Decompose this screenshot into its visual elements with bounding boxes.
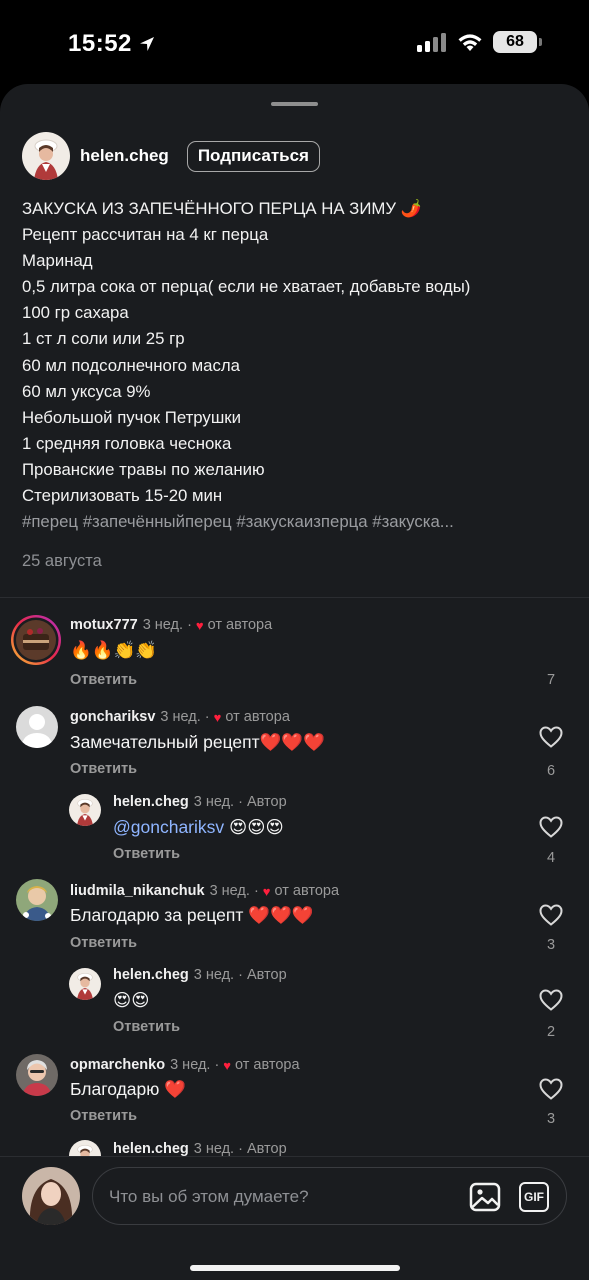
comment-box: GIF (92, 1167, 567, 1225)
post-hashtags[interactable]: #перец #запечённыйперец #закускаизперца … (22, 509, 562, 535)
author-label: Автор (246, 967, 287, 983)
post-caption: ЗАКУСКА ИЗ ЗАПЕЧЁННОГО ПЕРЦА НА ЗИМУ 🌶️ … (22, 196, 562, 535)
status-bar: 15:52 68 (0, 0, 589, 84)
commenter-avatar[interactable] (16, 879, 58, 921)
comment-age: 3 нед. (193, 967, 235, 983)
status-indicators: 68 (417, 31, 542, 53)
caption-line: 0,5 литра сока от перца( если не хватает… (22, 277, 471, 297)
like-count: 3 (546, 937, 556, 953)
like-count: 3 (546, 1111, 556, 1127)
photo-icon[interactable] (469, 1182, 501, 1212)
commenter-username[interactable]: helen.cheg (113, 967, 189, 983)
comment-text: 🔥🔥👏👏 (70, 640, 158, 660)
comment-age: 3 нед. (160, 709, 201, 725)
commenter-username[interactable]: gonchariksv (70, 709, 155, 725)
gif-button[interactable]: GIF (519, 1182, 549, 1212)
location-arrow-icon (139, 37, 154, 51)
reply-button[interactable]: Ответить (70, 935, 137, 951)
status-time: 15:52 (68, 30, 156, 58)
current-user-avatar (22, 1167, 80, 1225)
caption-line: Небольшой пучок Петрушки (22, 407, 241, 427)
author-liked-label: от автора (235, 1057, 300, 1073)
comment-age: 3 нед. (209, 883, 250, 899)
like-heart-icon[interactable] (539, 1078, 563, 1100)
reply-button[interactable]: Ответить (70, 761, 137, 777)
battery-indicator: 68 (493, 31, 542, 53)
follow-button[interactable]: Подписаться (186, 140, 320, 172)
author-liked-heart-icon: ♥ (195, 617, 204, 633)
comment-age: 3 нед. (142, 617, 184, 633)
comment-text: Благодарю за рецепт ❤️❤️❤️ (70, 905, 314, 925)
reply-button[interactable]: Ответить (113, 846, 180, 862)
commenter-avatar[interactable] (69, 968, 101, 1000)
commenter-username[interactable]: opmarchenko (70, 1057, 165, 1073)
comments-sheet: helen.cheg Подписаться ЗАКУСКА ИЗ ЗАПЕЧЁ… (0, 84, 589, 1280)
caption-line: ЗАКУСКА ИЗ ЗАПЕЧЁННОГО ПЕРЦА НА ЗИМУ 🌶️ (22, 199, 422, 218)
caption-line: Прованские травы по желанию (22, 459, 265, 479)
comment-age: 3 нед. (170, 1057, 211, 1073)
caption-line: Маринад (22, 251, 93, 271)
comment-text: @gonchariksv 😍😍😍 (113, 817, 284, 838)
commenter-avatar[interactable] (10, 614, 62, 666)
author-liked-heart-icon: ♥ (223, 1057, 232, 1073)
wifi-icon (458, 34, 482, 51)
like-count: 6 (546, 763, 556, 779)
comment-text: Благодарю ❤️ (70, 1079, 187, 1099)
author-liked-label: от автора (207, 617, 273, 633)
comment-age: 3 нед. (193, 1141, 235, 1157)
comment-input[interactable] (109, 1185, 439, 1209)
commenter-username[interactable]: motux777 (70, 617, 138, 633)
commenter-username[interactable]: liudmila_nikanchuk (70, 883, 205, 899)
comment-text-body: 😍😍😍 (224, 817, 284, 837)
user-mention[interactable]: @gonchariksv (113, 817, 224, 837)
divider (0, 597, 589, 598)
comment-age: 3 нед. (193, 794, 235, 810)
like-count: 4 (546, 850, 556, 866)
home-indicator (190, 1265, 400, 1271)
post-date: 25 августа (22, 552, 102, 570)
status-time-text: 15:52 (68, 30, 132, 57)
caption-line: 60 мл уксуса 9% (22, 381, 151, 401)
caption-line: 100 гр сахара (22, 303, 129, 323)
like-heart-icon[interactable] (539, 904, 563, 926)
caption-line: Стерилизовать 15-20 мин (22, 486, 223, 506)
post-author-username[interactable]: helen.cheg (80, 146, 169, 166)
author-label: Автор (246, 794, 287, 810)
reply-button[interactable]: Ответить (70, 1108, 137, 1124)
caption-line: 1 средняя головка чеснока (22, 433, 232, 453)
like-heart-icon[interactable] (539, 816, 563, 838)
post-header: helen.cheg Подписаться (22, 132, 320, 180)
like-heart-icon[interactable] (539, 726, 563, 748)
comment-text: Замечательный рецепт❤️❤️❤️ (70, 732, 326, 752)
commenter-avatar[interactable] (16, 1054, 58, 1096)
author-liked-heart-icon: ♥ (262, 883, 271, 899)
caption-line: 60 мл подсолнечного масла (22, 355, 241, 375)
cellular-signal-icon (417, 33, 446, 52)
author-liked-label: от автора (274, 883, 340, 899)
commenter-avatar[interactable] (16, 706, 58, 748)
commenter-username[interactable]: helen.cheg (113, 1141, 189, 1157)
comment-text: 😍😍 (113, 990, 150, 1010)
author-label: Автор (246, 1141, 287, 1157)
like-count: 2 (546, 1024, 556, 1040)
post-author-avatar[interactable] (22, 132, 70, 180)
like-count: 7 (546, 672, 556, 688)
sheet-grabber[interactable] (271, 102, 318, 106)
author-liked-label: от автора (225, 709, 290, 725)
comment-composer: GIF (0, 1156, 589, 1280)
caption-line: Рецепт рассчитан на 4 кг перца (22, 225, 269, 245)
commenter-username[interactable]: helen.cheg (113, 794, 189, 810)
caption-line: 1 ст л соли или 25 гр (22, 329, 185, 349)
author-liked-heart-icon: ♥ (213, 709, 222, 725)
like-heart-icon[interactable] (539, 989, 563, 1011)
commenter-avatar[interactable] (69, 794, 101, 826)
reply-button[interactable]: Ответить (113, 1019, 180, 1035)
reply-button[interactable]: Ответить (70, 672, 137, 688)
